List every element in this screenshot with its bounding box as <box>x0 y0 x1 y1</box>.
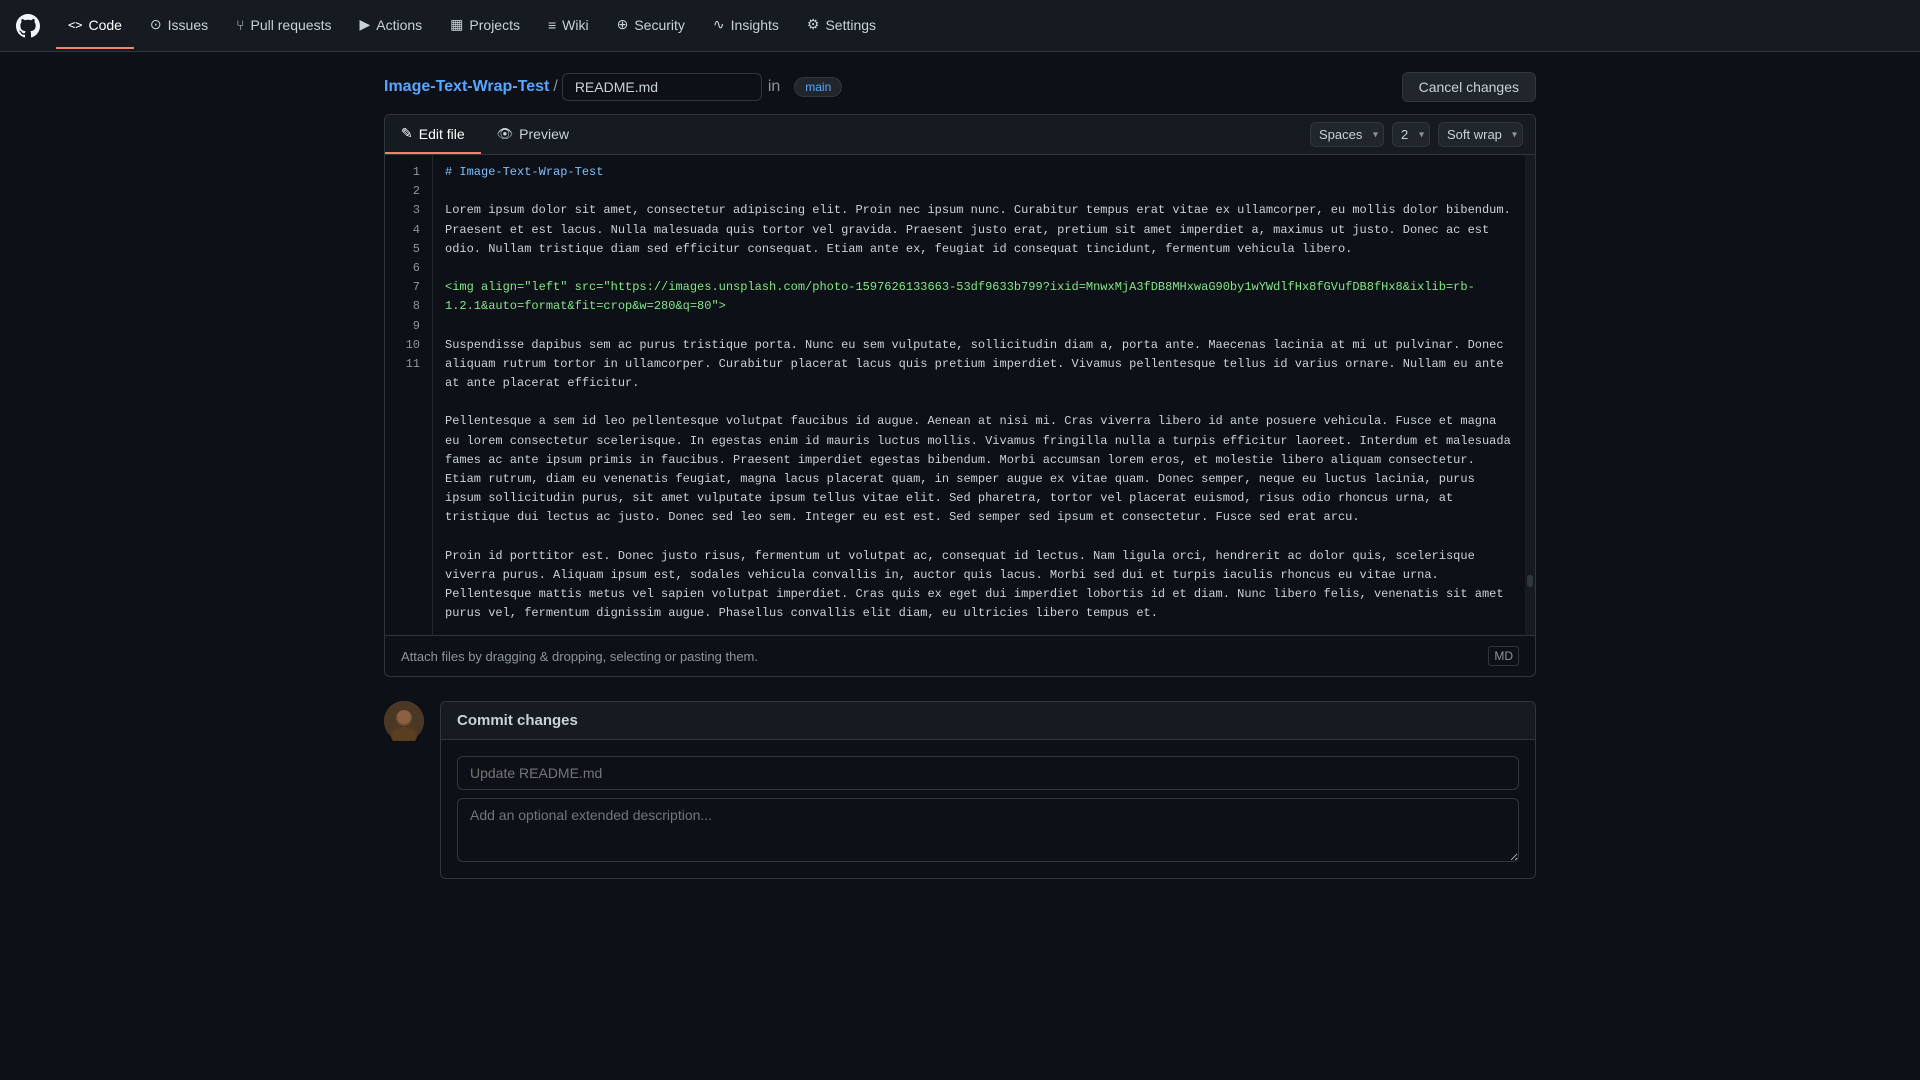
filename-input[interactable] <box>562 73 762 101</box>
line-number: 1 <box>385 163 432 182</box>
toolbar-controls: Spaces Tabs 2 4 8 Soft wrap No wrap <box>1298 116 1535 153</box>
code-line <box>445 393 1513 412</box>
commit-title-input[interactable] <box>457 756 1519 790</box>
markdown-icon: MD <box>1488 646 1519 666</box>
wiki-icon: ≡ <box>548 17 556 33</box>
insights-icon: ∿ <box>713 16 725 33</box>
breadcrumb-repo[interactable]: Image-Text-Wrap-Test <box>384 78 549 96</box>
tab-wiki[interactable]: ≡ Wiki <box>536 2 601 49</box>
code-content[interactable]: # Image-Text-Wrap-Test Lorem ipsum dolor … <box>433 155 1525 635</box>
preview-icon: 👁 <box>497 126 514 142</box>
line-number: 4 <box>385 221 432 240</box>
pull-requests-icon: ⑂ <box>236 17 244 33</box>
page-content: Image-Text-Wrap-Test / in main Cancel ch… <box>360 52 1560 899</box>
code-line <box>445 317 1513 336</box>
code-line <box>445 259 1513 278</box>
scrollbar[interactable] <box>1525 155 1535 635</box>
code-line: Proin id porttitor est. Donec justo risu… <box>445 547 1513 624</box>
indent-size-wrapper: 2 4 8 <box>1392 122 1430 147</box>
breadcrumb-file: in main <box>562 73 842 101</box>
tab-projects[interactable]: ▦ Projects <box>438 2 532 49</box>
code-line <box>445 528 1513 547</box>
line-number: 6 <box>385 259 432 278</box>
preview-tab[interactable]: 👁 Preview <box>481 116 585 154</box>
editor-toolbar: ✎ Edit file 👁 Preview Spaces Tabs 2 <box>385 115 1535 155</box>
attach-files-text: Attach files by dragging & dropping, sel… <box>401 649 758 664</box>
breadcrumb: Image-Text-Wrap-Test / in main <box>384 73 842 101</box>
tab-settings[interactable]: ⚙ Settings <box>795 2 888 49</box>
line-number: 3 <box>385 201 432 220</box>
tab-actions[interactable]: ▶ Actions <box>347 2 434 49</box>
tab-issues[interactable]: ⊙ Issues <box>138 2 220 49</box>
projects-icon: ▦ <box>450 16 463 33</box>
issues-icon: ⊙ <box>150 16 162 33</box>
code-line: Suspendisse dapibus sem ac purus tristiq… <box>445 336 1513 394</box>
code-line <box>445 182 1513 201</box>
line-number: 10 <box>385 336 432 355</box>
file-attach-bar: Attach files by dragging & dropping, sel… <box>385 635 1535 676</box>
indent-size-select[interactable]: 2 4 8 <box>1392 122 1430 147</box>
code-line: <img align="left" src="https://images.un… <box>445 278 1513 316</box>
code-line: Lorem ipsum dolor sit amet, consectetur … <box>445 201 1513 259</box>
commit-form-title: Commit changes <box>441 702 1535 740</box>
line-number: 8 <box>385 297 432 316</box>
commit-section: Commit changes <box>384 701 1536 879</box>
indent-type-wrapper: Spaces Tabs <box>1310 122 1384 147</box>
scroll-thumb[interactable] <box>1527 575 1533 587</box>
nav-logo[interactable] <box>16 14 40 38</box>
nav-tabs: <> Code ⊙ Issues ⑂ Pull requests ▶ Actio… <box>56 2 888 49</box>
line-number: 2 <box>385 182 432 201</box>
actions-icon: ▶ <box>359 16 370 33</box>
code-icon: <> <box>68 18 82 32</box>
breadcrumb-separator: / <box>553 78 557 96</box>
code-line: # Image-Text-Wrap-Test <box>445 163 1513 182</box>
top-nav: <> Code ⊙ Issues ⑂ Pull requests ▶ Actio… <box>0 0 1920 52</box>
commit-form-body <box>441 740 1535 878</box>
security-icon: ⊕ <box>617 16 629 33</box>
line-numbers: 1234567891011 <box>385 155 433 635</box>
code-line: Pellentesque a sem id leo pellentesque v… <box>445 412 1513 527</box>
in-text: in <box>768 78 780 96</box>
indent-type-select[interactable]: Spaces Tabs <box>1310 122 1384 147</box>
settings-icon: ⚙ <box>807 16 820 33</box>
tab-pull-requests[interactable]: ⑂ Pull requests <box>224 2 343 49</box>
editor-container: ✎ Edit file 👁 Preview Spaces Tabs 2 <box>384 114 1536 677</box>
soft-wrap-select[interactable]: Soft wrap No wrap <box>1438 122 1523 147</box>
tab-insights[interactable]: ∿ Insights <box>701 2 791 49</box>
line-number: 7 <box>385 278 432 297</box>
line-number: 9 <box>385 317 432 336</box>
tab-code[interactable]: <> Code <box>56 2 134 49</box>
line-number: 5 <box>385 240 432 259</box>
edit-icon: ✎ <box>401 125 413 142</box>
avatar <box>384 701 424 741</box>
soft-wrap-wrapper: Soft wrap No wrap <box>1438 122 1523 147</box>
commit-description-input[interactable] <box>457 798 1519 862</box>
line-number: 11 <box>385 355 432 374</box>
commit-form: Commit changes <box>440 701 1536 879</box>
edit-file-tab[interactable]: ✎ Edit file <box>385 115 481 154</box>
branch-badge: main <box>794 77 842 97</box>
cancel-changes-button[interactable]: Cancel changes <box>1402 72 1536 102</box>
tab-security[interactable]: ⊕ Security <box>605 2 697 49</box>
file-header-row: Image-Text-Wrap-Test / in main Cancel ch… <box>384 72 1536 102</box>
code-editor[interactable]: 1234567891011 # Image-Text-Wrap-Test Lore… <box>385 155 1535 635</box>
